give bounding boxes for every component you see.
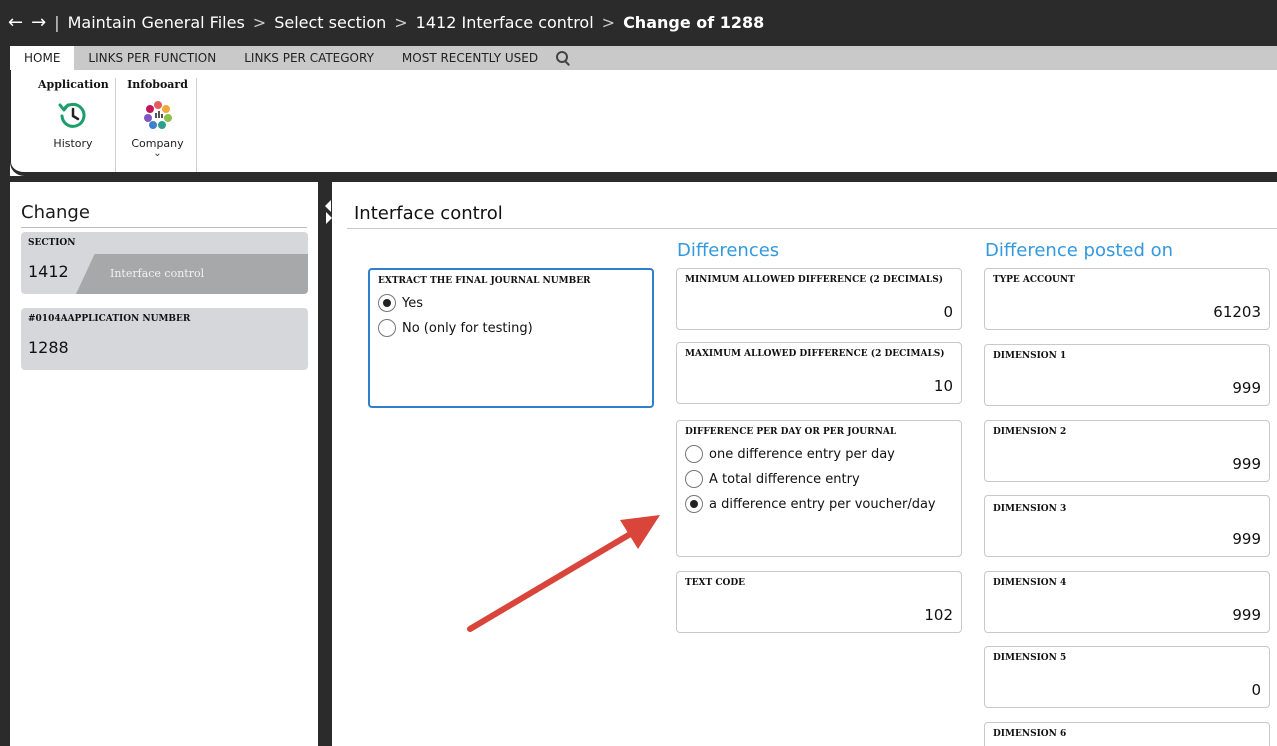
field-label: TEXT CODE xyxy=(685,578,746,588)
maximum-allowed-difference-field[interactable]: MAXIMUM ALLOWED DIFFERENCE (2 DECIMALS) … xyxy=(676,342,962,404)
divider: | xyxy=(54,13,60,32)
radio-button[interactable] xyxy=(378,294,396,312)
back-arrow-icon[interactable]: ← xyxy=(8,12,23,33)
breadcrumb-maintain-general-files[interactable]: Maintain General Files xyxy=(68,13,245,32)
field-label: EXTRACT THE FINAL JOURNAL NUMBER xyxy=(378,276,591,286)
title-bar: ← → | Maintain General Files > Select se… xyxy=(0,0,1277,46)
group-title: Application xyxy=(38,78,109,91)
field-label: TYPE ACCOUNT xyxy=(993,275,1075,285)
frame-edge xyxy=(0,176,1277,182)
radio-option-total[interactable]: A total difference entry xyxy=(685,470,860,488)
difference-posted-on-heading: Difference posted on xyxy=(985,240,1174,261)
application-number-label: #0104AAPPLICATION NUMBER xyxy=(28,314,191,324)
field-label: DIMENSION 5 xyxy=(993,653,1067,663)
panel-splitter[interactable] xyxy=(318,182,332,746)
frame-edge xyxy=(0,182,10,746)
dimension-5-field[interactable]: DIMENSION 5 0 xyxy=(984,646,1270,708)
group-title: Infoboard xyxy=(127,78,188,91)
company-wheel-icon xyxy=(143,101,172,129)
field-label: MINIMUM ALLOWED DIFFERENCE (2 DECIMALS) xyxy=(685,275,943,285)
collapse-left-icon[interactable] xyxy=(325,200,331,212)
section-label: SECTION xyxy=(28,238,76,248)
tab-links-per-function[interactable]: LINKS PER FUNCTION xyxy=(74,46,230,70)
text-code-field[interactable]: TEXT CODE 102 xyxy=(676,571,962,633)
field-label: DIMENSION 2 xyxy=(993,427,1067,437)
field-value[interactable]: 61203 xyxy=(1213,303,1261,321)
radio-label: a difference entry per voucher/day xyxy=(709,496,936,512)
radio-label: one difference entry per day xyxy=(709,446,895,462)
radio-option-no[interactable]: No (only for testing) xyxy=(378,319,533,337)
annotation-arrow xyxy=(467,515,660,632)
search-icon[interactable] xyxy=(556,51,570,65)
field-label: DIFFERENCE PER DAY OR PER JOURNAL xyxy=(685,427,897,437)
field-value[interactable]: 0 xyxy=(943,303,953,321)
field-value[interactable]: 102 xyxy=(924,606,953,624)
history-label: History xyxy=(53,137,93,150)
company-button[interactable]: Company ⌄ xyxy=(119,99,196,159)
application-number-card[interactable]: #0104AAPPLICATION NUMBER 1288 xyxy=(21,308,308,370)
section-card[interactable]: SECTION 1412 Interface control xyxy=(21,232,308,294)
expand-right-icon[interactable] xyxy=(326,212,332,224)
differences-heading: Differences xyxy=(677,240,780,261)
field-label: DIMENSION 6 xyxy=(993,729,1067,739)
section-value: 1412 xyxy=(28,262,69,281)
field-label: MAXIMUM ALLOWED DIFFERENCE (2 DECIMALS) xyxy=(685,349,945,359)
tab-links-per-category[interactable]: LINKS PER CATEGORY xyxy=(230,46,388,70)
breadcrumb-current: Change of 1288 xyxy=(623,13,765,32)
ribbon-divider xyxy=(115,78,116,172)
tab-home[interactable]: HOME xyxy=(10,46,75,70)
history-icon xyxy=(58,102,86,128)
ribbon: Application History Infoboard Company ⌄ xyxy=(10,70,1277,176)
dimension-3-field[interactable]: DIMENSION 3 999 xyxy=(984,495,1270,557)
radio-option-yes[interactable]: Yes xyxy=(378,294,423,312)
minimum-allowed-difference-field[interactable]: MINIMUM ALLOWED DIFFERENCE (2 DECIMALS) … xyxy=(676,268,962,330)
ribbon-tabs: HOME LINKS PER FUNCTION LINKS PER CATEGO… xyxy=(10,46,1277,70)
history-button[interactable]: History xyxy=(38,99,108,150)
tab-most-recently-used[interactable]: MOST RECENTLY USED xyxy=(388,46,552,70)
radio-option-per-voucher-day[interactable]: a difference entry per voucher/day xyxy=(685,495,936,513)
chevron-right-icon: > xyxy=(601,13,616,32)
radio-button[interactable] xyxy=(685,495,703,513)
breadcrumb: ← → | Maintain General Files > Select se… xyxy=(8,12,764,33)
page-title: Interface control xyxy=(354,203,503,224)
section-description-badge: Interface control xyxy=(76,254,308,294)
breadcrumb-interface-control[interactable]: 1412 Interface control xyxy=(416,13,594,32)
application-number-value: 1288 xyxy=(28,338,69,357)
field-value[interactable]: 10 xyxy=(934,377,953,395)
dimension-2-field[interactable]: DIMENSION 2 999 xyxy=(984,420,1270,482)
left-panel-title: Change xyxy=(21,202,307,228)
field-label: DIMENSION 3 xyxy=(993,504,1067,514)
radio-label: A total difference entry xyxy=(709,471,860,487)
field-label: DIMENSION 1 xyxy=(993,351,1067,361)
ribbon-group-infoboard: Infoboard Company ⌄ xyxy=(119,78,197,172)
radio-label: No (only for testing) xyxy=(402,320,533,336)
frame-edge xyxy=(0,46,10,182)
dimension-4-field[interactable]: DIMENSION 4 999 xyxy=(984,571,1270,633)
extract-final-journal-number-field: EXTRACT THE FINAL JOURNAL NUMBER Yes No … xyxy=(368,268,654,408)
forward-arrow-icon[interactable]: → xyxy=(31,12,46,33)
field-value[interactable]: 0 xyxy=(1251,681,1261,699)
chevron-down-icon[interactable]: ⌄ xyxy=(119,149,196,159)
field-value[interactable]: 999 xyxy=(1232,606,1261,624)
dimension-6-field[interactable]: DIMENSION 6 xyxy=(984,722,1270,746)
difference-per-day-or-journal-field: DIFFERENCE PER DAY OR PER JOURNAL one di… xyxy=(676,420,962,557)
radio-button[interactable] xyxy=(378,319,396,337)
field-value[interactable]: 999 xyxy=(1232,379,1261,397)
breadcrumb-select-section[interactable]: Select section xyxy=(274,13,386,32)
field-value[interactable]: 999 xyxy=(1232,455,1261,473)
type-account-field[interactable]: TYPE ACCOUNT 61203 xyxy=(984,268,1270,330)
radio-option-per-day[interactable]: one difference entry per day xyxy=(685,445,895,463)
radio-button[interactable] xyxy=(685,470,703,488)
field-value[interactable]: 999 xyxy=(1232,530,1261,548)
radio-button[interactable] xyxy=(685,445,703,463)
divider xyxy=(347,228,1277,229)
section-description: Interface control xyxy=(110,267,205,280)
chevron-right-icon: > xyxy=(252,13,267,32)
field-label: DIMENSION 4 xyxy=(993,578,1067,588)
ribbon-group-application: Application History xyxy=(38,78,109,150)
radio-label: Yes xyxy=(402,295,423,311)
dimension-1-field[interactable]: DIMENSION 1 999 xyxy=(984,344,1270,406)
chevron-right-icon: > xyxy=(394,13,408,32)
